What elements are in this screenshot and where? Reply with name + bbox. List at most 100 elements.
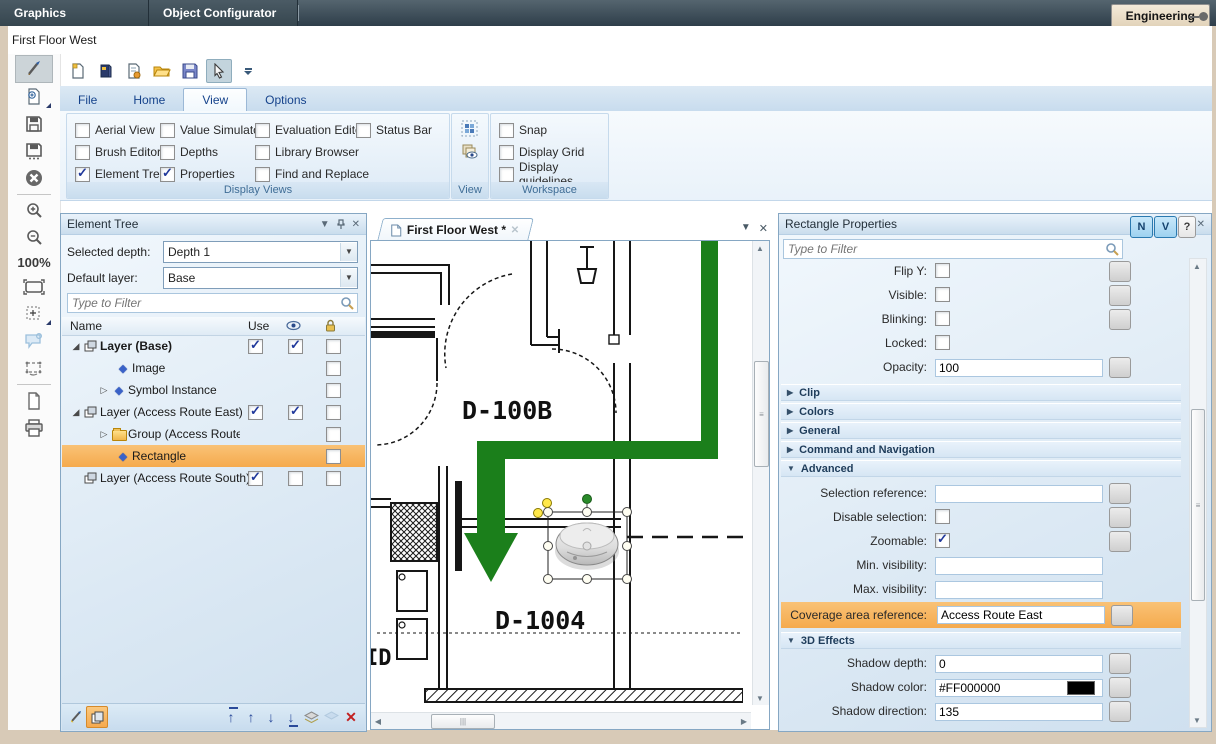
checkbox-properties[interactable]: Properties [160, 166, 235, 182]
use-checkbox[interactable] [248, 405, 263, 420]
edit-brush-icon[interactable] [66, 707, 86, 727]
tab-graphics[interactable]: Graphics [0, 0, 149, 26]
property-action-button[interactable] [1109, 483, 1131, 504]
checkbox-value-simulator[interactable]: Value Simulator [160, 122, 264, 138]
checkbox-depths[interactable]: Depths [160, 144, 218, 160]
section-colors[interactable]: ▶Colors [781, 403, 1181, 420]
export-document-icon[interactable] [122, 60, 146, 82]
new-symbol-icon[interactable] [15, 84, 53, 110]
property-action-button[interactable] [1109, 261, 1131, 282]
vscroll-thumb[interactable]: ≡ [754, 361, 769, 467]
comment-icon[interactable] [15, 328, 53, 354]
scroll-up-icon[interactable]: ▲ [1190, 259, 1204, 273]
zoom-out-icon[interactable] [15, 225, 53, 251]
lock-checkbox[interactable] [326, 383, 341, 398]
help-button[interactable]: ? [1178, 216, 1196, 238]
canvas-hscrollbar[interactable]: ◀ ||| ▶ [371, 712, 751, 729]
filter-name-button[interactable]: N [1130, 216, 1153, 238]
property-action-button[interactable] [1111, 605, 1133, 626]
flip-y-checkbox[interactable] [935, 263, 950, 278]
min-visibility-input[interactable] [935, 557, 1103, 575]
canvas-vscrollbar[interactable]: ▲ ≡ ▼ [752, 241, 769, 705]
tree-column-header[interactable]: Name Use [62, 317, 365, 336]
toolbar-overflow-icon[interactable] [244, 68, 252, 75]
locked-checkbox[interactable] [935, 335, 950, 350]
close-icon[interactable]: ✕ [352, 219, 360, 230]
view-grid-icon[interactable] [461, 120, 478, 137]
tree-row-layer-access-route-east[interactable]: ◢ Layer (Access Route East) [62, 401, 365, 423]
tree-row-rectangle[interactable]: ◆ Rectangle [62, 445, 365, 467]
delete-icon[interactable]: ✕ [341, 707, 361, 727]
use-checkbox[interactable] [248, 339, 263, 354]
hscroll-thumb[interactable]: ||| [431, 714, 495, 729]
ribbon-tab-view[interactable]: View [183, 88, 247, 111]
properties-scrollbar[interactable]: ▲ ≡ ▼ [1189, 258, 1207, 728]
checkbox-brush-editor[interactable]: Brush Editor [75, 144, 161, 160]
chevron-down-icon[interactable]: ▼ [741, 222, 751, 235]
close-icon[interactable]: ✕ [759, 222, 768, 235]
group-icon[interactable] [321, 707, 341, 727]
checkbox-status-bar[interactable]: Status Bar [356, 122, 432, 138]
max-visibility-input[interactable] [935, 581, 1103, 599]
lock-checkbox[interactable] [326, 471, 341, 486]
close-icon[interactable] [15, 165, 53, 191]
shadow-depth-input[interactable] [935, 655, 1103, 673]
section-clip[interactable]: ▶Clip [781, 384, 1181, 401]
rotate-handle[interactable] [534, 509, 543, 518]
property-action-button[interactable] [1109, 701, 1131, 722]
selection-reference-input[interactable] [935, 485, 1103, 503]
use-checkbox[interactable] [248, 471, 263, 486]
move-to-bottom-icon[interactable]: ↓ [281, 707, 301, 727]
tab-close-icon[interactable]: ✕ [511, 225, 519, 236]
save-as-icon[interactable] [15, 138, 53, 164]
disable-selection-checkbox[interactable] [935, 509, 950, 524]
lock-checkbox[interactable] [326, 449, 341, 464]
paste-to-layer-icon[interactable] [86, 706, 108, 728]
save-icon[interactable] [15, 111, 53, 137]
scroll-left-icon[interactable]: ◀ [371, 714, 385, 728]
open-folder-icon[interactable] [150, 60, 174, 82]
zoom-in-icon[interactable] [15, 198, 53, 224]
property-action-button[interactable] [1109, 357, 1131, 378]
scroll-down-icon[interactable]: ▼ [1190, 713, 1204, 727]
expander-expanded-icon[interactable]: ◢ [70, 341, 82, 352]
ribbon-tab-file[interactable]: File [60, 89, 115, 111]
collapse-handle-icon[interactable] [1189, 12, 1208, 21]
brush-icon[interactable] [15, 55, 53, 83]
lock-checkbox[interactable] [326, 339, 341, 354]
origin-handle[interactable] [543, 499, 552, 508]
zoomable-checkbox[interactable] [935, 533, 950, 548]
search-icon[interactable] [340, 296, 354, 310]
document-tab[interactable]: First Floor West * ✕ [380, 218, 531, 240]
import-library-icon[interactable] [94, 60, 118, 82]
lock-checkbox[interactable] [326, 361, 341, 376]
move-up-icon[interactable]: ↑ [241, 707, 261, 727]
expander-collapsed-icon[interactable]: ▷ [98, 385, 110, 396]
section-general[interactable]: ▶General [781, 422, 1181, 439]
checkbox-evaluation-editor[interactable]: Evaluation Editor [255, 122, 366, 138]
expander-collapsed-icon[interactable]: ▷ [98, 429, 110, 440]
visible-checkbox[interactable] [288, 471, 303, 486]
fit-view-icon[interactable] [15, 274, 53, 300]
tree-row-symbol-instance[interactable]: ▷ ◆ Symbol Instance [62, 379, 365, 401]
shadow-direction-input[interactable] [935, 703, 1103, 721]
properties-filter-input[interactable] [783, 239, 1123, 259]
drawing-canvas[interactable]: D-100B D-1004 ID [370, 240, 770, 730]
checkbox-library-browser[interactable]: Library Browser [255, 144, 359, 160]
chevron-down-icon[interactable]: ▼ [320, 219, 330, 230]
search-icon[interactable] [1105, 242, 1119, 256]
visible-checkbox[interactable] [288, 339, 303, 354]
section-command-and-navigation[interactable]: ▶Command and Navigation [781, 441, 1181, 458]
tree-row-layer-access-route-south[interactable]: Layer (Access Route South) [62, 467, 365, 489]
checkbox-snap[interactable]: Snap [499, 122, 547, 138]
view-visibility-icon[interactable] [461, 143, 478, 160]
coverage-area-reference-input[interactable] [937, 606, 1105, 624]
property-action-button[interactable] [1109, 677, 1131, 698]
scroll-up-icon[interactable]: ▲ [753, 241, 767, 255]
tree-row-layer-base[interactable]: ◢ Layer (Base) [62, 335, 365, 357]
align-grid-icon[interactable] [15, 301, 53, 327]
lock-checkbox[interactable] [326, 405, 341, 420]
pin-icon[interactable] [337, 219, 345, 230]
flatten-layers-icon[interactable] [301, 707, 321, 727]
zoom-level[interactable]: 100% [8, 255, 60, 270]
